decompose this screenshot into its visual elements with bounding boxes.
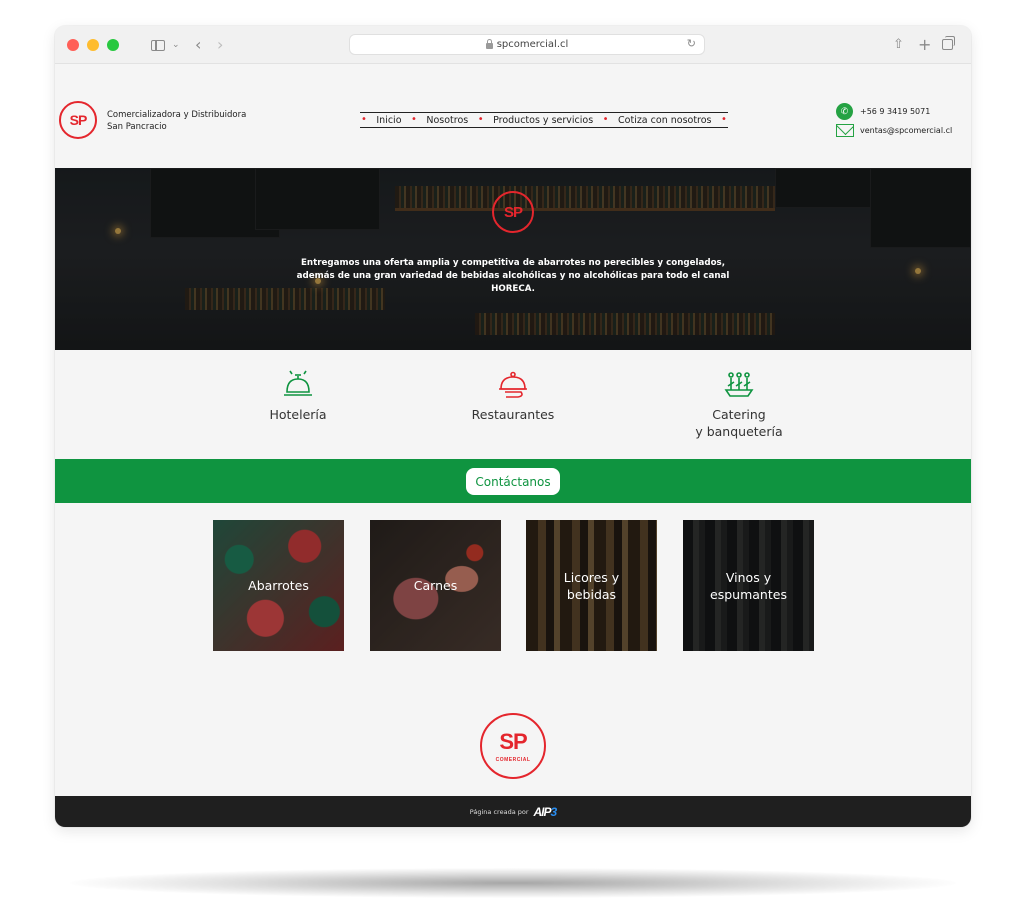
category-label: Carnes: [413, 578, 458, 593]
back-arrow-icon[interactable]: ‹: [195, 35, 201, 55]
site-header: SP Comercializadora y Distribuidora San …: [55, 64, 971, 168]
lock-icon: [485, 38, 493, 49]
category-licores[interactable]: Licores y bebidas: [526, 520, 657, 651]
category-vinos[interactable]: Vinos y espumantes: [683, 520, 814, 651]
phone-contact[interactable]: +56 9 3419 5071: [836, 103, 930, 120]
service-restaurantes[interactable]: Restaurantes: [443, 368, 583, 423]
nav-link-productos[interactable]: Productos y servicios: [493, 115, 593, 126]
window-shadow: [70, 868, 956, 898]
share-icon[interactable]: ⇧: [893, 35, 904, 55]
browser-window: ⌄ ‹ › spcomercial.cl ↻ ⇧ + SP Comerciali…: [55, 26, 971, 827]
address-url: spcomercial.cl: [496, 39, 569, 50]
nav-bullet-icon: •: [361, 114, 367, 125]
footer-bar: Página creada por AIP3: [55, 796, 971, 827]
footer-developer-logo[interactable]: AIP3: [534, 805, 558, 819]
contact-us-button[interactable]: Contáctanos: [466, 468, 560, 495]
email-contact[interactable]: ventas@spcomercial.cl: [836, 124, 952, 137]
phone-number: +56 9 3419 5071: [860, 107, 931, 116]
category-carnes[interactable]: Carnes: [370, 520, 501, 651]
service-catering[interactable]: Catering y banquetería: [669, 368, 809, 440]
footer-logo: SP COMERCIAL: [480, 713, 546, 779]
nav-bullet-icon: •: [477, 114, 484, 125]
service-hoteleria[interactable]: Hotelería: [228, 368, 368, 423]
service-label: Hotelería: [269, 407, 327, 422]
new-tab-icon[interactable]: +: [918, 35, 931, 55]
browser-toolbar: ⌄ ‹ › spcomercial.cl ↻ ⇧ +: [55, 26, 971, 64]
hero-tagline: Entregamos una oferta amplia y competiti…: [296, 258, 730, 294]
footer-credit: Página creada por: [469, 807, 529, 816]
nav-bullet-icon: •: [410, 114, 417, 125]
sidebar-toggle-icon[interactable]: [151, 40, 165, 51]
whatsapp-icon: [836, 103, 853, 120]
serving-dish-icon: [499, 371, 527, 398]
footer-logo-section: SP COMERCIAL: [55, 653, 971, 796]
minimize-window-button[interactable]: [87, 39, 99, 51]
chevron-down-icon[interactable]: ⌄: [172, 35, 180, 55]
contact-band: Contáctanos: [55, 459, 971, 503]
category-label: Abarrotes: [248, 578, 309, 593]
forward-arrow-icon[interactable]: ›: [217, 35, 223, 55]
nav-link-nosotros[interactable]: Nosotros: [426, 115, 468, 126]
product-categories: Abarrotes Carnes Licores y bebidas Vinos…: [55, 503, 971, 653]
address-bar[interactable]: spcomercial.cl ↻: [349, 34, 705, 55]
nav-bullet-icon: •: [602, 114, 609, 125]
brand-name: Comercializadora y Distribuidora San Pan…: [107, 110, 247, 132]
catering-tray-icon: [724, 372, 754, 397]
hotel-bell-icon: [284, 370, 312, 396]
service-label: Catering y banquetería: [695, 407, 783, 439]
zoom-window-button[interactable]: [107, 39, 119, 51]
main-nav: • Inicio • Nosotros • Productos y servic…: [360, 112, 728, 128]
nav-bullet-icon: •: [720, 114, 727, 125]
close-window-button[interactable]: [67, 39, 79, 51]
hero-banner: SP Entregamos una oferta amplia y compet…: [55, 168, 971, 350]
envelope-icon: [836, 124, 854, 137]
category-label: Licores y bebidas: [563, 569, 620, 602]
service-label: Restaurantes: [471, 407, 555, 422]
category-abarrotes[interactable]: Abarrotes: [213, 520, 344, 651]
services-section: Hotelería Restaurantes Catering y banque…: [55, 350, 971, 459]
category-label: Vinos y espumantes: [710, 569, 787, 602]
reload-icon[interactable]: ↻: [687, 37, 696, 50]
hero-logo: SP: [492, 191, 534, 233]
site-logo[interactable]: SP: [59, 101, 97, 139]
tab-overview-icon[interactable]: [942, 36, 955, 50]
nav-link-cotiza[interactable]: Cotiza con nosotros: [618, 115, 712, 126]
nav-link-inicio[interactable]: Inicio: [376, 115, 401, 126]
email-address: ventas@spcomercial.cl: [860, 126, 953, 135]
